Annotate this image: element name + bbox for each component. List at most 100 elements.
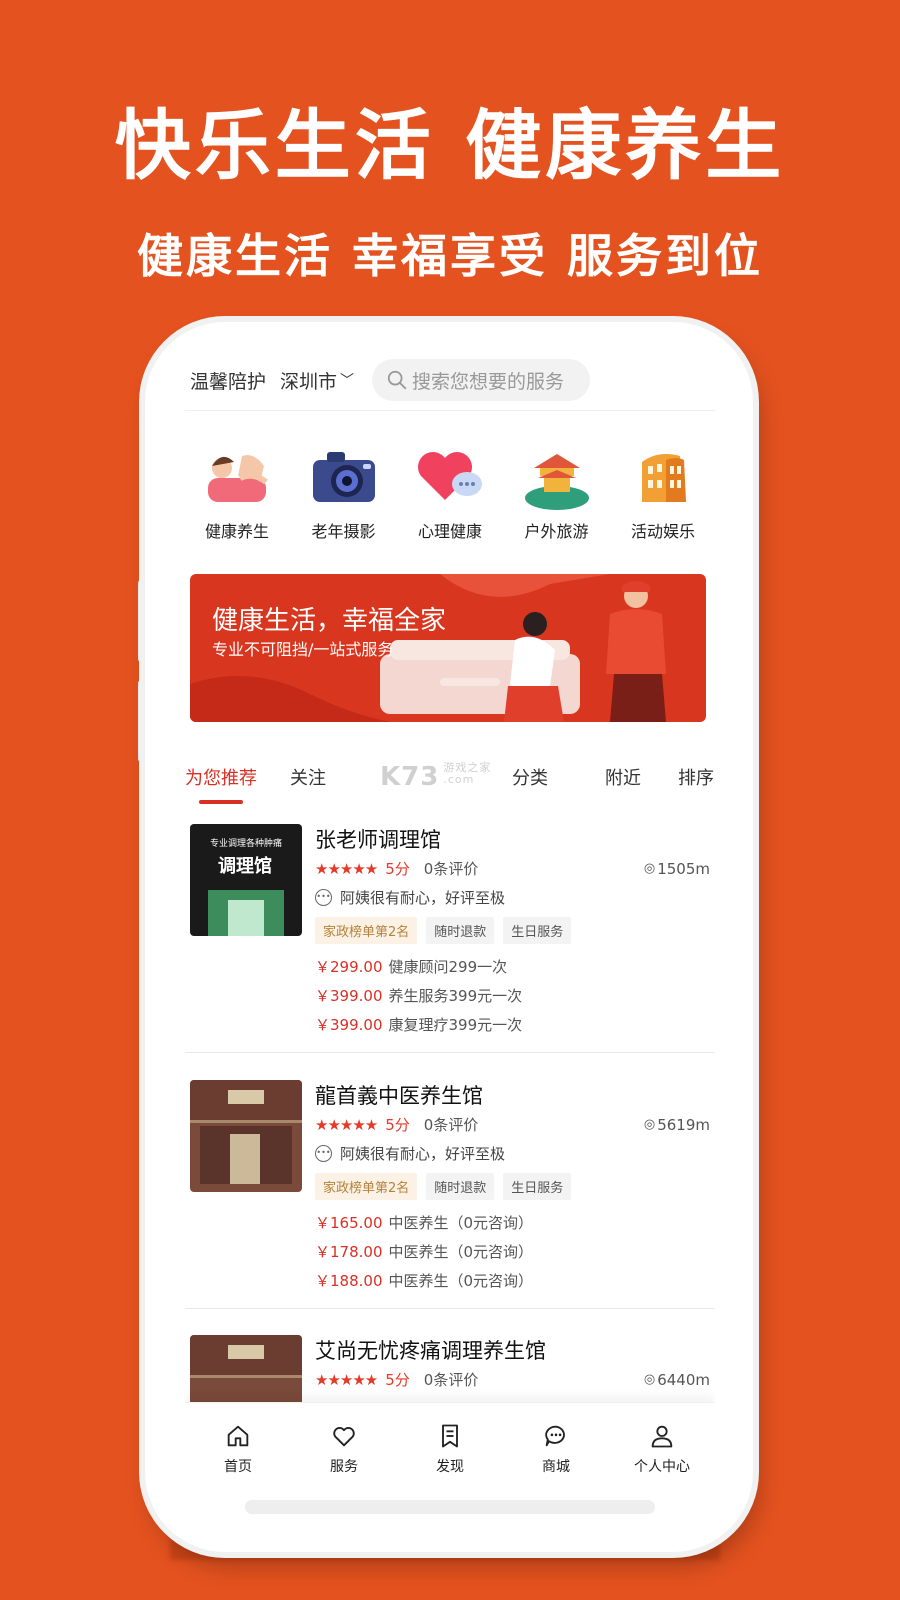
tag-ranking: 家政榜单第2名 — [315, 1173, 418, 1200]
shop-info: 龍首義中医养生馆 ★★★★★ 5分 0条评价 ◎ 5619m ••• 阿姨很有耐心，… — [315, 1080, 710, 1291]
shop-comment: ••• 阿姨很有耐心，好评至极 — [315, 1143, 710, 1164]
category-mental[interactable]: 心理健康 — [398, 444, 502, 542]
shop-distance: ◎ 1505m — [644, 860, 710, 878]
shop-distance: ◎ 5619m — [644, 1116, 710, 1134]
category-travel[interactable]: 户外旅游 — [505, 444, 609, 542]
tab-recommended[interactable]: 为您推荐 — [185, 764, 257, 790]
camera-icon — [312, 452, 375, 502]
search-input[interactable]: 搜索您想要的服务 — [372, 359, 591, 401]
category-health[interactable]: 健康养生 — [185, 444, 289, 542]
phone-mockup: 温馨陪护 深圳市 ﹀ 搜索您想要的服务 健康养生 老年摄影 心理健康 户外旅游 … — [145, 322, 753, 1552]
person-icon — [651, 1425, 673, 1448]
city-selector[interactable]: 深圳市 ﹀ — [280, 367, 354, 394]
price-desc: 康复理疗399元一次 — [388, 1016, 523, 1034]
price-desc: 养生服务399元一次 — [388, 987, 523, 1005]
price-item[interactable]: ￥165.00 中医养生（0元咨询） — [315, 1212, 710, 1233]
price-amount: ￥165.00 — [315, 1214, 383, 1232]
price-desc: 中医养生（0元咨询） — [388, 1243, 534, 1261]
promo-subline: 健康生活 幸福享受 服务到位 — [136, 229, 764, 283]
nav-service[interactable]: 服务 — [291, 1403, 397, 1495]
category-label: 老年摄影 — [311, 522, 376, 541]
price-item[interactable]: ￥399.00 养生服务399元一次 — [315, 985, 710, 1006]
tag-birthday: 生日服务 — [503, 1173, 572, 1200]
category-label: 健康养生 — [204, 522, 269, 541]
tag-ranking: 家政榜单第2名 — [315, 917, 418, 944]
price-list: ￥299.00 健康顾问299一次 ￥399.00 养生服务399元一次 ￥399.… — [315, 956, 710, 1035]
tab-following[interactable]: 关注 — [290, 764, 326, 790]
distance-value: 1505m — [657, 859, 710, 878]
tab-indicator — [199, 800, 243, 804]
nav-label: 个人中心 — [634, 1459, 690, 1475]
tag-birthday: 生日服务 — [503, 917, 572, 944]
top-bar: 温馨陪护 深圳市 ﹀ 搜索您想要的服务 — [185, 350, 715, 411]
shop-name: 张老师调理馆 — [315, 828, 441, 852]
chat-icon — [545, 1425, 565, 1447]
shop-name: 艾尚无忧疼痛调理养生馆 — [315, 1339, 546, 1363]
location-pin-icon: ◎ — [643, 1117, 656, 1132]
colosseum-icon — [642, 454, 686, 502]
tag-refund: 随时退款 — [426, 917, 495, 944]
shop-thumbnail — [190, 1080, 302, 1192]
distance-value: 5619m — [657, 1115, 710, 1134]
comment-text: 阿姨很有耐心，好评至极 — [340, 889, 506, 907]
nav-label: 首页 — [224, 1459, 252, 1475]
home-indicator — [245, 1500, 655, 1514]
shop-card[interactable]: 专业调理各种肿痛 调理馆 张老师调理馆 ★★★★★ 5分 0条评价 ◎ 1505m… — [185, 824, 715, 1053]
category-label: 户外旅游 — [524, 522, 589, 541]
star-rating: ★★★★★ — [315, 1370, 378, 1389]
heart-icon — [333, 1427, 355, 1447]
category-label: 活动娱乐 — [630, 522, 695, 541]
shop-card[interactable]: 龍首義中医养生馆 ★★★★★ 5分 0条评价 ◎ 5619m ••• 阿姨很有耐心，… — [185, 1080, 715, 1309]
shop-rating-row: ★★★★★ 5分 0条评价 ◎ 5619m — [315, 1114, 710, 1135]
nav-profile[interactable]: 个人中心 — [609, 1403, 715, 1495]
shop-score: 5分 — [385, 1116, 410, 1134]
price-item[interactable]: ￥178.00 中医养生（0元咨询） — [315, 1241, 710, 1262]
promo-banner[interactable]: 健康生活，幸福全家 专业不可阻挡/一站式服务 — [190, 574, 706, 722]
shop-rating-row: ★★★★★ 5分 0条评价 ◎ 1505m — [315, 858, 710, 879]
shop-score: 5分 — [385, 1371, 410, 1389]
city-label: 深圳市 — [280, 370, 338, 393]
comment-icon: ••• — [315, 1145, 332, 1162]
tab-sort[interactable]: 排序 — [678, 764, 715, 790]
price-item[interactable]: ￥299.00 健康顾问299一次 — [315, 956, 710, 977]
nav-label: 服务 — [330, 1459, 358, 1475]
nav-mall[interactable]: 商城 — [503, 1403, 609, 1495]
bookmark-icon — [442, 1424, 458, 1448]
pavilion-icon — [524, 454, 589, 510]
price-desc: 中医养生（0元咨询） — [388, 1272, 534, 1290]
category-grid: 健康养生 老年摄影 心理健康 户外旅游 活动娱乐 — [185, 444, 715, 542]
search-icon — [387, 370, 407, 390]
nav-home[interactable]: 首页 — [185, 1403, 291, 1495]
heart-chat-icon — [418, 452, 482, 500]
price-item[interactable]: ￥399.00 康复理疗399元一次 — [315, 1014, 710, 1035]
thumb-top-text: 专业调理各种肿痛 — [209, 839, 282, 849]
tag-refund: 随时退款 — [426, 1173, 495, 1200]
star-rating: ★★★★★ — [315, 859, 378, 878]
shop-score: 5分 — [385, 860, 410, 878]
search-placeholder: 搜索您想要的服务 — [412, 370, 565, 393]
shop-reviews: 0条评价 — [423, 860, 479, 878]
tab-category[interactable]: 分类 — [512, 764, 548, 790]
price-amount: ￥299.00 — [315, 958, 383, 976]
price-amount: ￥399.00 — [315, 987, 383, 1005]
price-item[interactable]: ￥188.00 中医养生（0元咨询） — [315, 1270, 710, 1291]
location-pin-icon: ◎ — [643, 861, 656, 876]
category-photo[interactable]: 老年摄影 — [292, 444, 396, 542]
tab-nearby[interactable]: 附近 — [605, 764, 641, 790]
nav-discover[interactable]: 发现 — [397, 1403, 503, 1495]
price-desc: 健康顾问299一次 — [388, 958, 508, 976]
category-entertain[interactable]: 活动娱乐 — [611, 444, 715, 542]
banner-title: 健康生活，幸福全家 — [212, 606, 447, 636]
price-desc: 中医养生（0元咨询） — [388, 1214, 534, 1232]
app-screen: 温馨陪护 深圳市 ﹀ 搜索您想要的服务 健康养生 老年摄影 心理健康 户外旅游 … — [185, 350, 715, 1530]
app-brand: 温馨陪护 — [190, 370, 267, 393]
star-rating: ★★★★★ — [315, 1115, 378, 1134]
bottom-nav: 首页 服务 发现 商城 个人中心 — [185, 1402, 715, 1495]
location-pin-icon: ◎ — [643, 1372, 656, 1387]
shop-tags: 家政榜单第2名 随时退款 生日服务 — [315, 1173, 710, 1200]
shop-reviews: 0条评价 — [423, 1371, 479, 1389]
shop-info: 张老师调理馆 ★★★★★ 5分 0条评价 ◎ 1505m ••• 阿姨很有耐心，好评… — [315, 824, 710, 1035]
home-icon — [227, 1425, 249, 1447]
shop-comment: ••• 阿姨很有耐心，好评至极 — [315, 887, 710, 908]
price-list: ￥165.00 中医养生（0元咨询） ￥178.00 中医养生（0元咨询） ￥188… — [315, 1212, 710, 1291]
